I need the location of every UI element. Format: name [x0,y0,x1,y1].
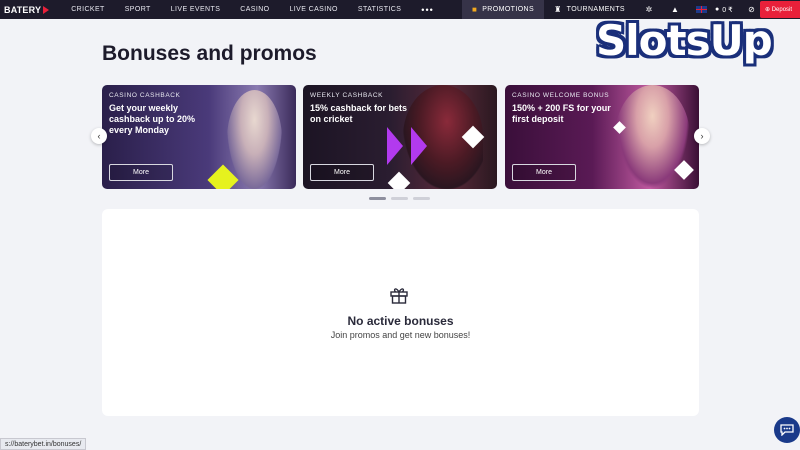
card-text: Get your weekly cashback up to 20% every… [109,103,196,135]
page-title: Bonuses and promos [102,42,317,65]
card-tag: CASINO CASHBACK [109,92,181,99]
decor-chevron [387,127,403,165]
carousel-dot[interactable] [413,197,430,200]
chat-bubble-icon [780,424,794,436]
nav-item-sport[interactable]: SPORT [125,6,151,13]
card-tag: WEEKLY CASHBACK [310,92,384,99]
more-menu-button[interactable]: ••• [421,5,433,15]
bonuses-panel [102,209,699,416]
batery-logo[interactable]: BATERY [0,0,50,19]
more-button[interactable]: More [310,164,374,181]
gift-icon [390,288,408,304]
nav-item-live-casino[interactable]: LIVE CASINO [290,6,338,13]
card-text: 15% cashback for bets on cricket [310,103,408,124]
slotsup-watermark: SlotsUp [596,10,792,70]
main-nav: CRICKET SPORT LIVE EVENTS CASINO LIVE CA… [71,0,434,19]
card-text: 150% + 200 FS for your first deposit [512,103,611,124]
card-tag: CASINO WELCOME BONUS [512,92,610,99]
nav-item-casino[interactable]: CASINO [240,6,269,13]
nav-item-statistics[interactable]: STATISTICS [358,6,401,13]
watermark-text: SlotsUp [596,16,773,65]
promo-card-weekly-cashback[interactable]: WEEKLY CASHBACK 15% cashback for bets on… [303,85,497,189]
chevron-left-icon[interactable]: ‹ [91,128,107,144]
nav-item-live-events[interactable]: LIVE EVENTS [171,6,221,13]
chat-icon[interactable] [774,417,800,443]
promotions-tab[interactable]: ■ PROMOTIONS [462,0,545,19]
nav-item-cricket[interactable]: CRICKET [71,6,105,13]
empty-state-subtitle: Join promos and get new bonuses! [330,330,471,340]
carousel-dot[interactable] [369,197,386,200]
empty-state-title: No active bonuses [347,314,454,328]
status-bar-url: s://baterybet.in/bonuses/ [0,438,87,450]
more-button[interactable]: More [512,164,576,181]
promotions-label: PROMOTIONS [482,6,535,13]
carousel-pagination [369,197,430,200]
more-button[interactable]: More [109,164,173,181]
promo-card-welcome-bonus[interactable]: CASINO WELCOME BONUS 150% + 200 FS for y… [505,85,699,189]
promo-image [227,90,282,189]
decor-chevron [411,127,427,165]
promo-carousel: CASINO CASHBACK Get your weekly cashback… [102,85,699,189]
gift-icon: ■ [472,5,478,14]
carousel-dot[interactable] [391,197,408,200]
chevron-right-icon[interactable]: › [694,128,710,144]
trophy-icon: ♜ [554,5,562,14]
promo-card-casino-cashback[interactable]: CASINO CASHBACK Get your weekly cashback… [102,85,296,189]
logo-arrow-icon [43,5,50,14]
logo-text: BATERY [4,4,42,15]
